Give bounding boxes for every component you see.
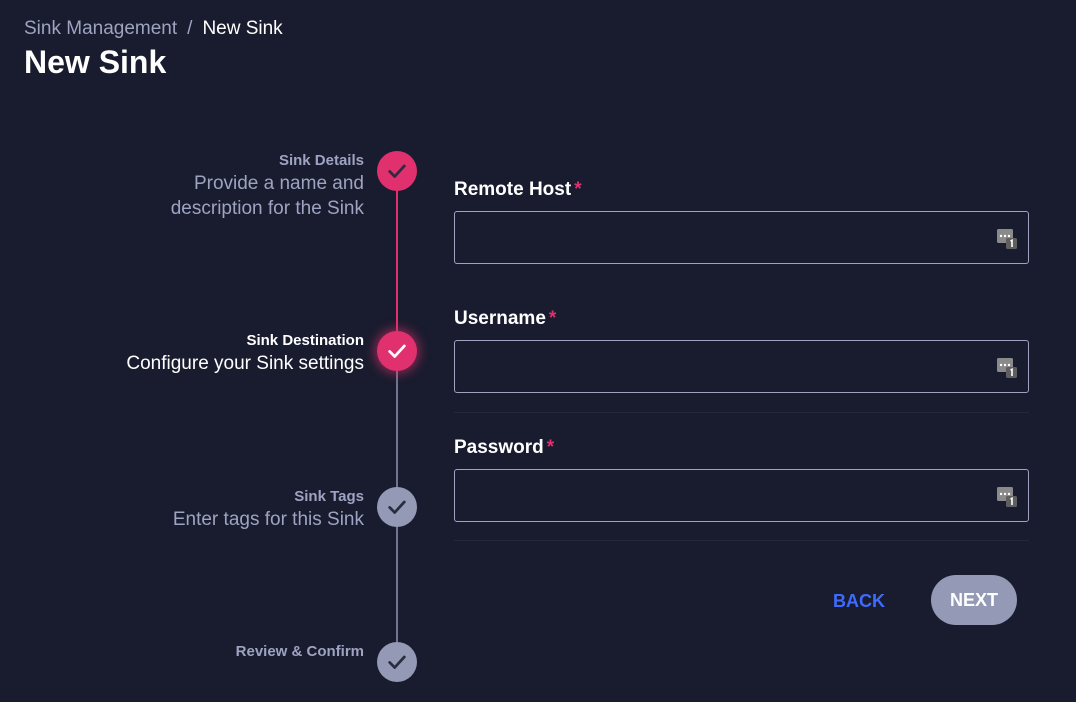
username-field[interactable] xyxy=(454,340,1029,393)
step-complete-check-icon[interactable] xyxy=(377,151,417,191)
step-pending-check-icon[interactable] xyxy=(377,487,417,527)
remote-host-label: Remote Host * xyxy=(454,178,582,202)
step-description: Configure your Sink settings xyxy=(126,353,364,374)
sink-destination-form: Remote Host * Username * Password * BACK… xyxy=(454,0,1029,702)
password-manager-icon[interactable] xyxy=(997,486,1017,508)
field-label-text: Username xyxy=(454,308,546,329)
step-description: Provide a name and description for the S… xyxy=(44,171,364,221)
back-button[interactable]: BACK xyxy=(820,585,898,617)
step-sink-details: Sink Details Provide a name and descript… xyxy=(44,151,364,221)
password-input[interactable] xyxy=(455,470,1028,521)
step-description-line: description for the Sink xyxy=(170,198,364,219)
field-divider xyxy=(454,412,1029,413)
step-title: Review & Confirm xyxy=(235,643,364,660)
required-marker: * xyxy=(548,308,557,329)
step-pending-check-icon[interactable] xyxy=(377,642,417,682)
step-title: Sink Tags xyxy=(294,488,364,505)
password-field[interactable] xyxy=(454,469,1029,522)
password-label: Password * xyxy=(454,436,554,460)
field-label-text: Remote Host xyxy=(454,179,572,200)
step-description-line: Provide a name and xyxy=(193,173,364,194)
stepper: Sink Details Provide a name and descript… xyxy=(0,0,440,702)
step-sink-destination: Sink Destination Configure your Sink set… xyxy=(44,331,364,376)
field-divider xyxy=(454,540,1029,541)
required-marker: * xyxy=(574,179,582,200)
remote-host-field[interactable] xyxy=(454,211,1029,264)
field-label-text: Password xyxy=(454,437,544,458)
username-label: Username * xyxy=(454,307,556,331)
check-icon xyxy=(388,164,406,178)
required-marker: * xyxy=(546,437,555,458)
step-review-confirm: Review & Confirm xyxy=(44,642,364,662)
stepper-connector-complete xyxy=(396,190,398,350)
check-icon xyxy=(388,344,406,358)
page: Sink Management / New Sink New Sink Sink D… xyxy=(0,0,1076,702)
step-sink-tags: Sink Tags Enter tags for this Sink xyxy=(44,487,364,532)
password-manager-icon[interactable] xyxy=(997,228,1017,250)
check-icon xyxy=(388,500,406,514)
step-active-check-icon[interactable] xyxy=(377,331,417,371)
username-input[interactable] xyxy=(455,341,1028,392)
step-description: Enter tags for this Sink xyxy=(172,509,364,530)
step-title: Sink Details xyxy=(278,152,364,169)
check-icon xyxy=(388,655,406,669)
step-title: Sink Destination xyxy=(246,332,364,349)
password-manager-icon[interactable] xyxy=(997,357,1017,379)
remote-host-input[interactable] xyxy=(455,212,1028,263)
next-button[interactable]: NEXT xyxy=(931,575,1017,625)
